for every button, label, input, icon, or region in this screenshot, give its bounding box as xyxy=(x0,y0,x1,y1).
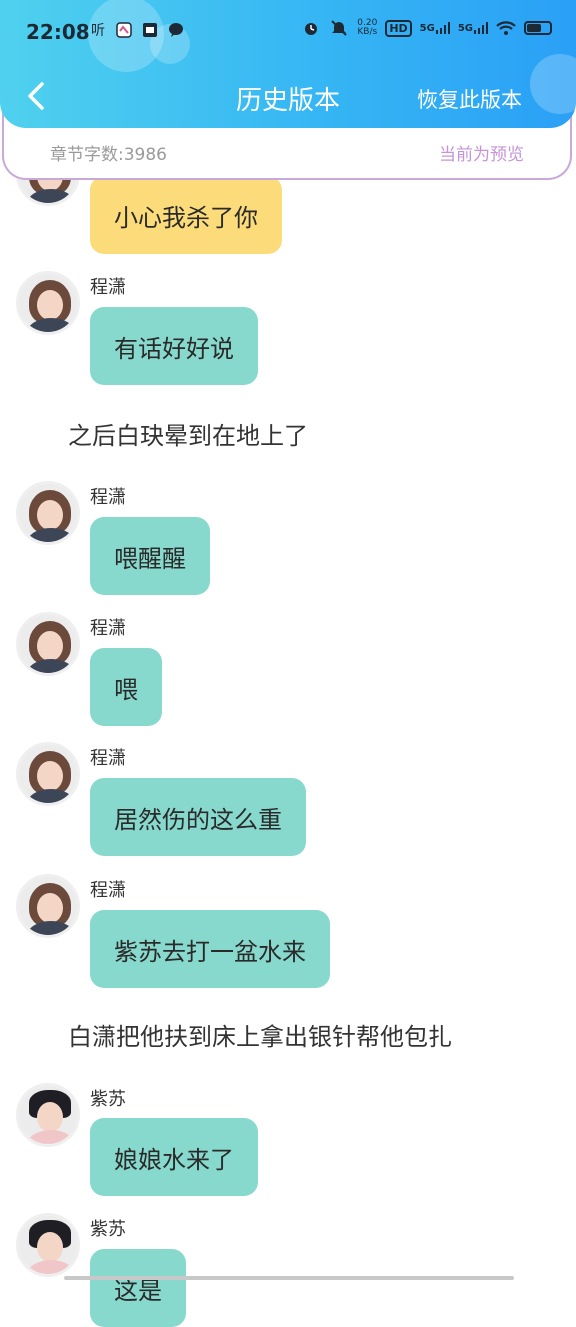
message-bubble: 小心我杀了你 xyxy=(90,176,282,254)
media-notification-icon xyxy=(140,20,160,40)
avatar xyxy=(16,1083,80,1147)
speaker-name: 程潇 xyxy=(90,618,126,639)
home-indicator xyxy=(64,1276,514,1280)
restore-version-button[interactable]: 恢复此版本 xyxy=(417,84,522,114)
chat-notification-icon xyxy=(166,20,186,40)
narration-text: 之后白玦晕到在地上了 xyxy=(68,422,308,450)
status-time: 22:08 xyxy=(26,20,90,44)
avatar xyxy=(16,874,80,938)
avatar xyxy=(16,271,80,335)
alarm-icon xyxy=(301,18,321,38)
message-bubble: 娘娘水来了 xyxy=(90,1118,258,1196)
speaker-name: 程潇 xyxy=(90,880,126,901)
app-header: 22:08 听 0.20 KB/s HD 5G 5G 历史版本 恢复此版本 xyxy=(0,0,576,128)
preview-tag: 当前为预览 xyxy=(439,145,524,165)
chat-content: 小心我杀了你 程潇 有话好好说 之后白玦晕到在地上了 程潇 喂醒醒 程潇 喂 程… xyxy=(0,0,576,1327)
wifi-icon xyxy=(496,18,516,38)
message-bubble: 有话好好说 xyxy=(90,307,258,385)
speaker-name: 紫苏 xyxy=(90,1219,126,1240)
avatar xyxy=(16,612,80,676)
avatar xyxy=(16,742,80,806)
listen-icon: 听 xyxy=(91,23,105,39)
battery-icon xyxy=(524,21,552,35)
status-bar: 22:08 听 0.20 KB/s HD 5G 5G xyxy=(0,0,576,64)
message-bubble: 居然伤的这么重 xyxy=(90,778,306,856)
speaker-name: 程潇 xyxy=(90,748,126,769)
avatar xyxy=(16,1213,80,1277)
message-bubble: 喂 xyxy=(90,648,162,726)
app-notification-icon xyxy=(114,20,134,40)
mute-icon xyxy=(329,18,349,38)
message-bubble: 喂醒醒 xyxy=(90,517,210,595)
avatar xyxy=(16,481,80,545)
message-bubble: 紫苏去打一盆水来 xyxy=(90,910,330,988)
speaker-name: 程潇 xyxy=(90,277,126,298)
message-bubble: 这是 xyxy=(90,1249,186,1327)
speaker-name: 程潇 xyxy=(90,487,126,508)
narration-text: 白潇把他扶到床上拿出银针帮他包扎 xyxy=(68,1023,452,1051)
signal-5g-icon-2: 5G xyxy=(458,22,488,34)
net-speed: 0.20 KB/s xyxy=(357,18,378,37)
signal-5g-icon: 5G xyxy=(420,22,450,34)
speaker-name: 紫苏 xyxy=(90,1089,126,1110)
nav-bar: 历史版本 恢复此版本 xyxy=(0,64,576,128)
word-count: 章节字数:3986 xyxy=(50,145,167,165)
hd-icon: HD xyxy=(385,19,412,37)
